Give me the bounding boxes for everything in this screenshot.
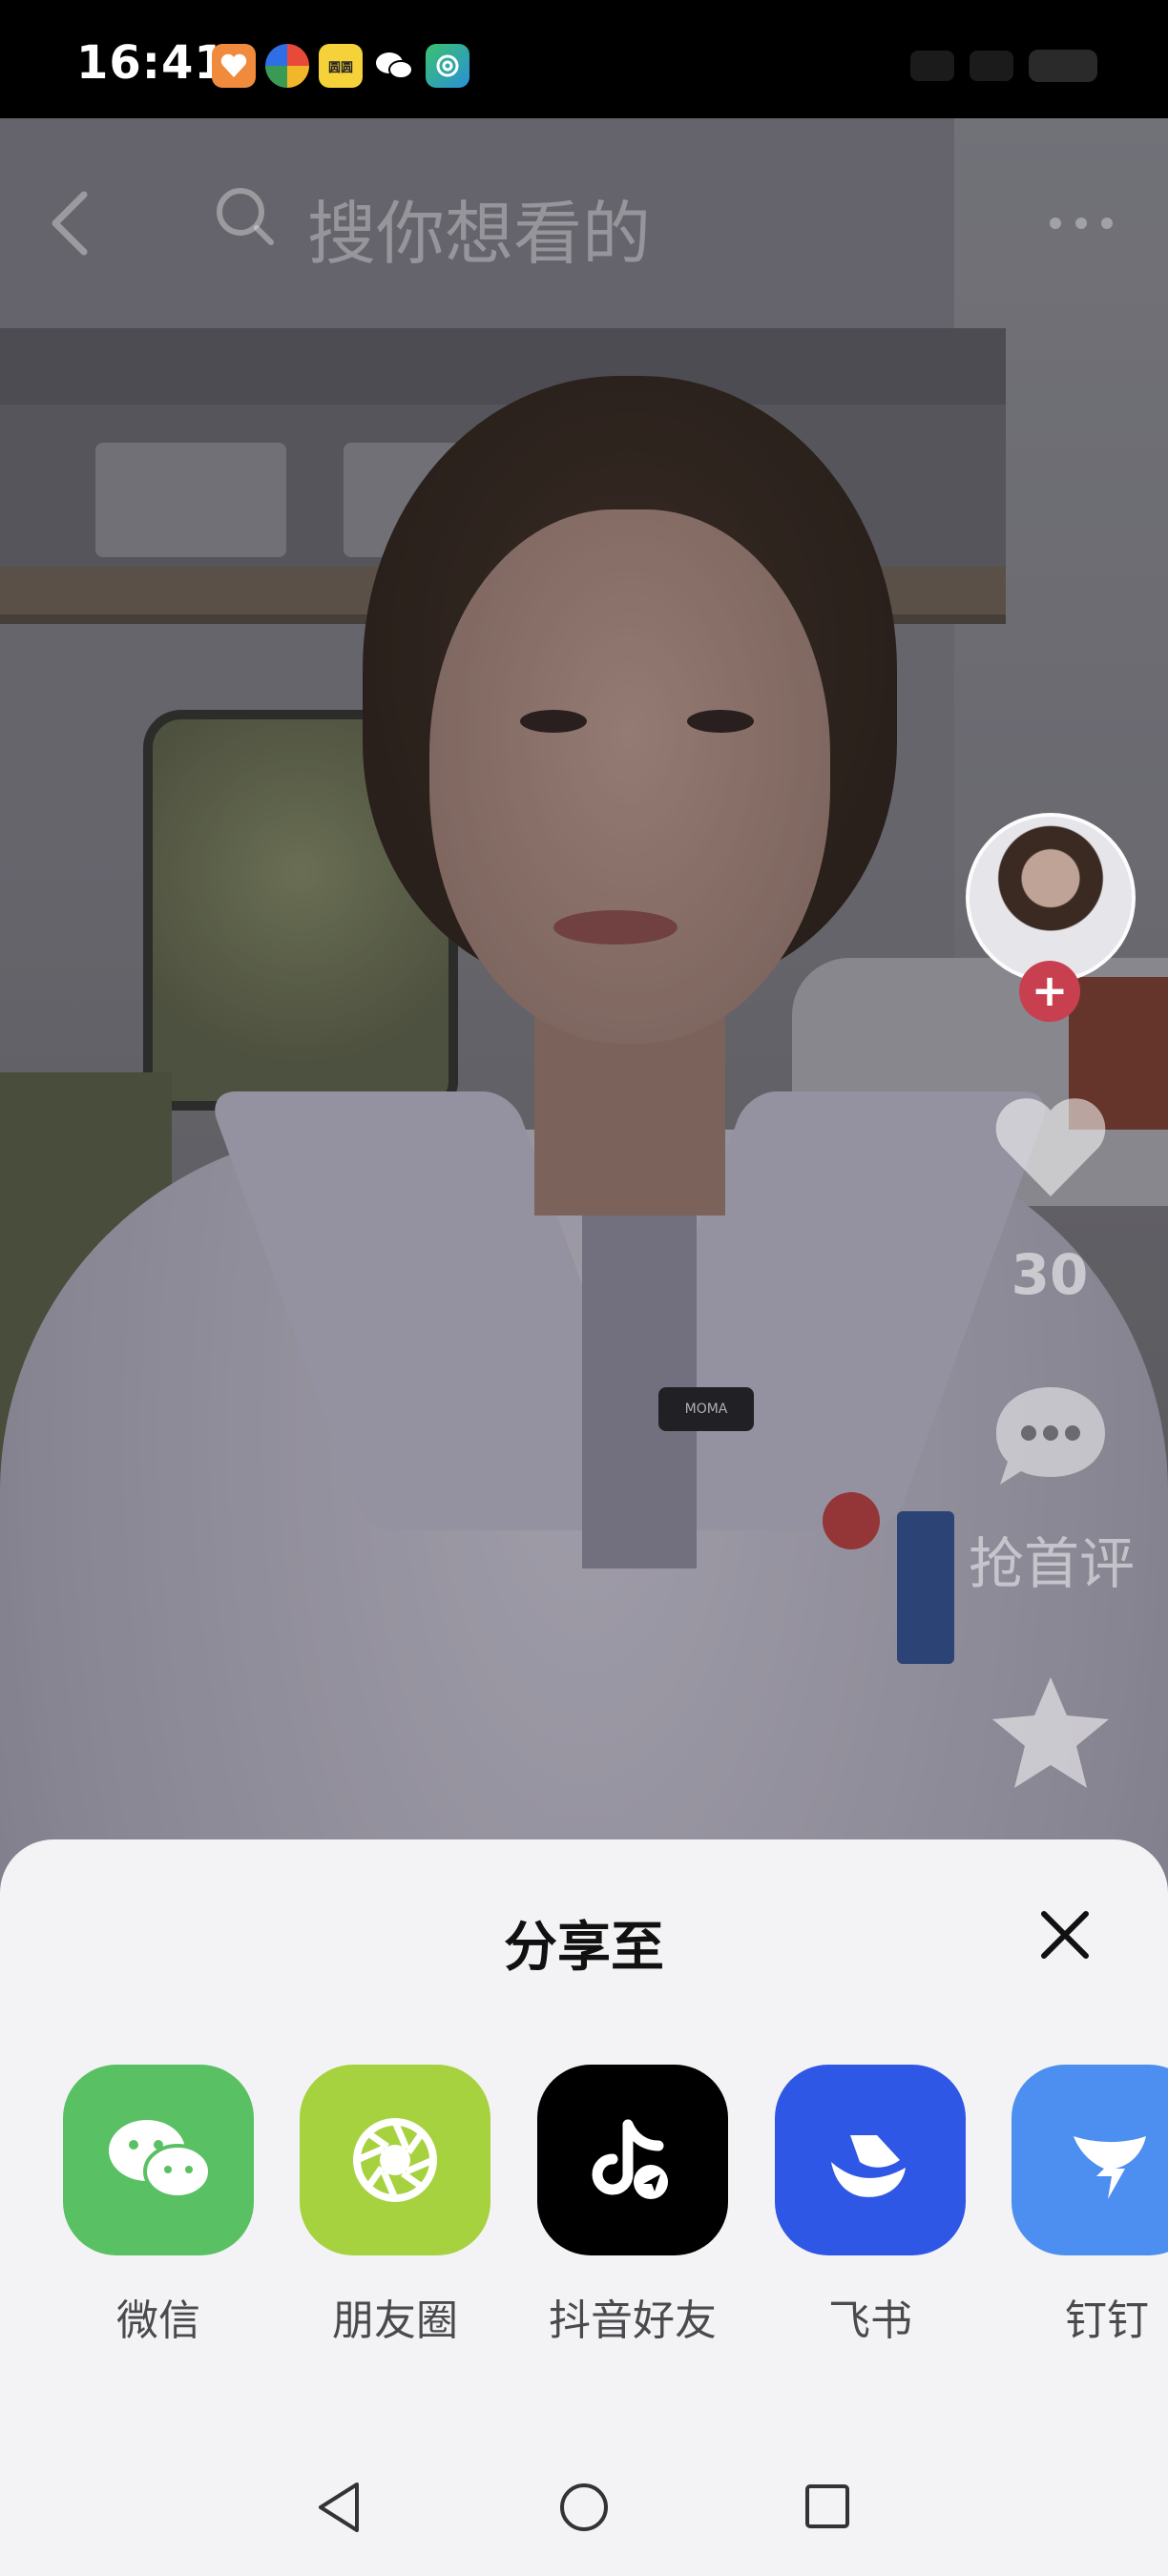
dingtalk-icon[interactable]: [1012, 2065, 1168, 2255]
search-input[interactable]: 搜你想看的: [307, 177, 651, 278]
wechat-icon: [372, 44, 416, 88]
photos-app-icon: [265, 44, 309, 88]
close-icon[interactable]: [1032, 1902, 1097, 1967]
fingerprint-app-icon: [426, 44, 469, 88]
nav-home-icon[interactable]: [557, 2481, 611, 2534]
like-count: 30: [1011, 1242, 1089, 1307]
wifi-icon: [970, 51, 1013, 81]
heart-icon[interactable]: [989, 1090, 1113, 1204]
system-icons: [910, 50, 1097, 82]
feishu-icon[interactable]: [775, 2065, 966, 2255]
status-time: 16:41: [76, 36, 227, 90]
signal-icon: [910, 51, 954, 81]
favorite-star-icon[interactable]: [989, 1672, 1113, 1796]
share-douyin-friends[interactable]: 抖音好友: [537, 2065, 728, 2347]
douyin-icon[interactable]: [537, 2065, 728, 2255]
health-app-icon: [212, 44, 256, 88]
sheet-title: 分享至: [504, 1917, 664, 1979]
system-nav-bar: [0, 2462, 1168, 2576]
notification-icons: 圆圆: [212, 44, 469, 88]
more-icon[interactable]: [1048, 216, 1115, 231]
share-targets: 微信 朋友圈 抖音好友 飞书 钉钉: [0, 2065, 1168, 2351]
nav-back-icon[interactable]: [313, 2479, 366, 2536]
battery-icon: [1029, 50, 1097, 82]
share-label: 微信: [116, 2296, 200, 2345]
nav-recent-icon[interactable]: [803, 2483, 851, 2530]
share-dingtalk[interactable]: 钉钉: [1012, 2065, 1168, 2347]
comment-icon[interactable]: [989, 1378, 1113, 1492]
share-wechat[interactable]: 微信: [63, 2065, 254, 2347]
share-label: 抖音好友: [549, 2296, 717, 2345]
comment-label[interactable]: 抢首评: [935, 1519, 1168, 1599]
share-label: 朋友圈: [332, 2296, 458, 2345]
share-moments[interactable]: 朋友圈: [300, 2065, 490, 2347]
wechat-icon[interactable]: [63, 2065, 254, 2255]
share-label: 钉钉: [1065, 2296, 1149, 2345]
back-icon[interactable]: [38, 176, 95, 271]
share-label: 飞书: [828, 2296, 912, 2345]
follow-button[interactable]: +: [1019, 961, 1080, 1022]
share-feishu[interactable]: 飞书: [775, 2065, 966, 2347]
status-bar: 16:41 圆圆: [0, 0, 1168, 118]
creator-avatar[interactable]: [966, 813, 1136, 983]
moments-icon[interactable]: [300, 2065, 490, 2255]
game-app-icon: 圆圆: [319, 44, 363, 88]
search-icon[interactable]: [212, 183, 279, 250]
